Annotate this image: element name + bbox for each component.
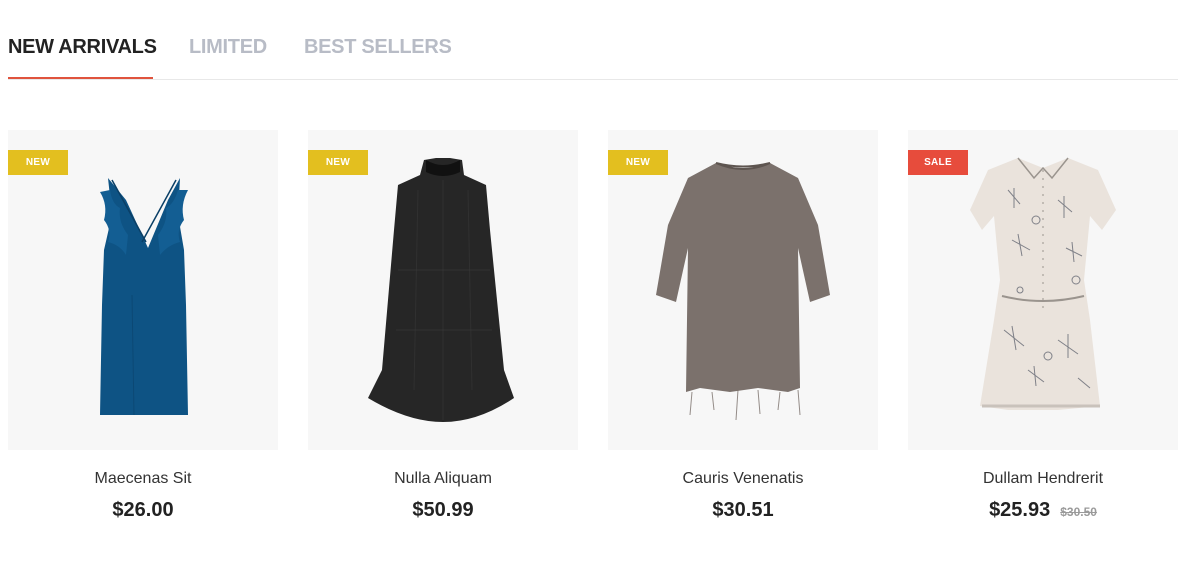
product-badge: NEW [608,150,668,175]
product-price: $50.99 [412,499,474,521]
product-image-link[interactable]: NEW [8,130,278,450]
printed-shirt-dress-image [970,157,1116,410]
product-image-link[interactable]: NEW [608,130,878,450]
product-badge: SALE [908,150,968,175]
product-name[interactable]: Dullam Hendrerit [908,470,1178,488]
product-card: NEW Maecenas Sit $26.00 [8,130,278,530]
product-price-row: $26.00 [8,499,278,522]
product-image-link[interactable]: NEW [308,130,578,450]
product-tabs: NEW ARRIVALS LIMITED BEST SELLERS [8,0,1178,80]
product-old-price: $30.50 [1060,505,1097,519]
product-price-row: $30.51 [608,499,878,522]
product-card: SALE Dullam Hendrerit $25.93 $30.50 [908,130,1178,530]
product-card: NEW Nulla Aliquam $50.99 [308,130,578,530]
product-badge: NEW [8,150,68,175]
grey-tunic-dress-image [656,162,830,421]
product-card: NEW Cauris Venenatis $30.51 [608,130,878,530]
blue-ruffle-dress-image [100,178,188,416]
product-price: $25.93 [989,499,1051,521]
product-price: $30.51 [712,499,774,521]
product-price-row: $50.99 [308,499,578,522]
product-image-link[interactable]: SALE [908,130,1178,450]
active-tab-indicator [8,77,153,79]
tab-new-arrivals[interactable]: NEW ARRIVALS [8,36,157,59]
black-sleeveless-dress-image [368,158,514,422]
product-badge: NEW [308,150,368,175]
tab-best-sellers[interactable]: BEST SELLERS [304,36,452,59]
tab-limited[interactable]: LIMITED [189,36,267,59]
product-name[interactable]: Nulla Aliquam [308,470,578,488]
product-name[interactable]: Cauris Venenatis [608,470,878,488]
product-price: $26.00 [112,499,174,521]
product-price-row: $25.93 $30.50 [908,499,1178,522]
product-name[interactable]: Maecenas Sit [8,470,278,488]
